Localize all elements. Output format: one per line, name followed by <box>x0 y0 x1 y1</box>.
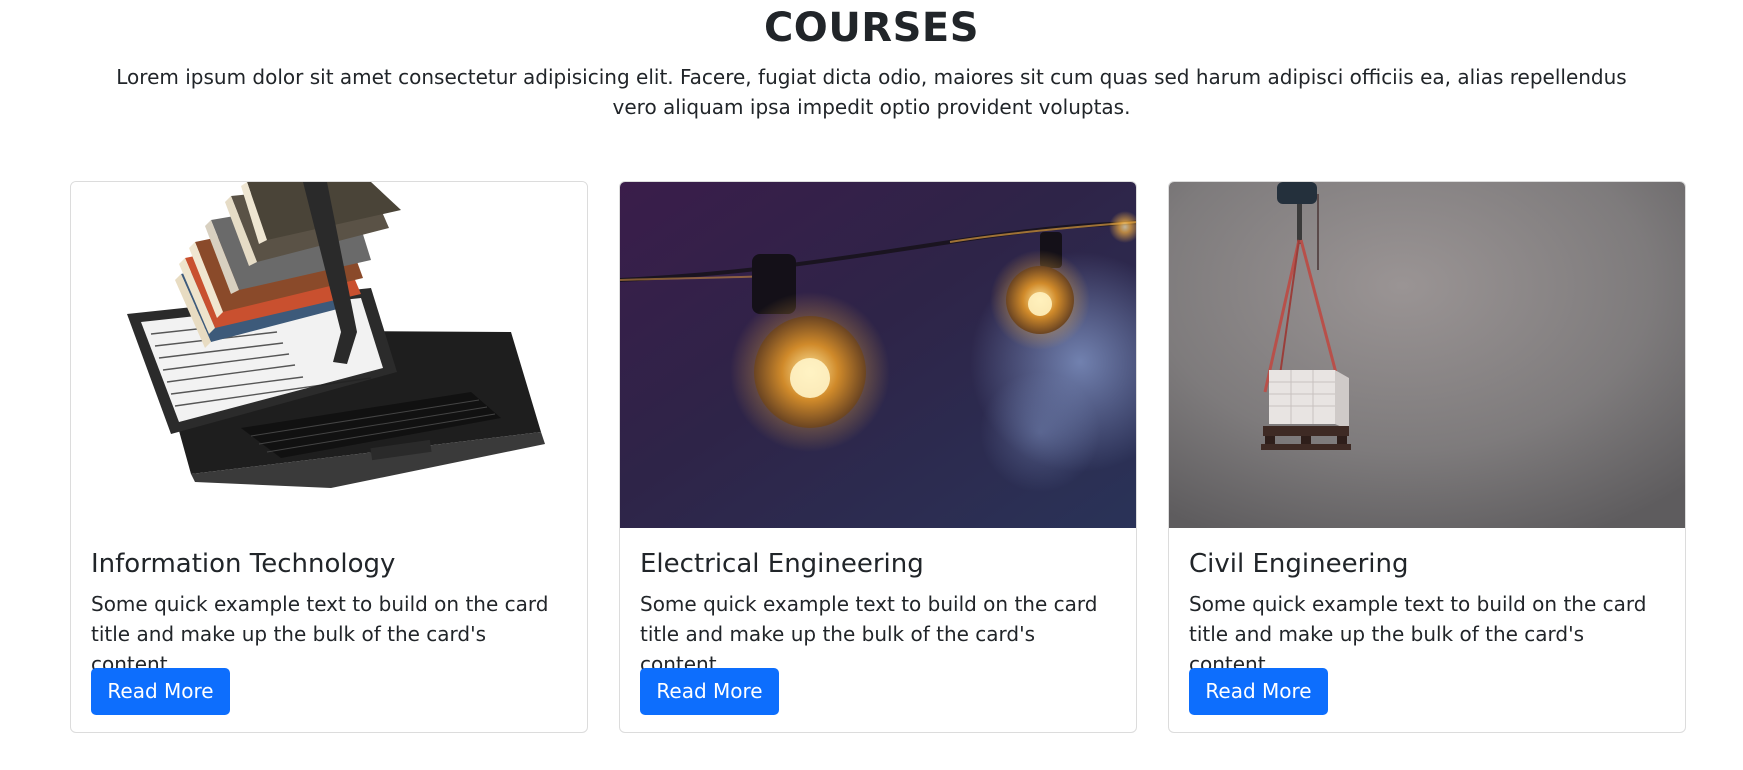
card-text: Some quick example text to build on the … <box>91 592 549 676</box>
card-title: Electrical Engineering <box>640 549 924 579</box>
section-description: Lorem ipsum dolor sit amet consectetur a… <box>116 65 1627 119</box>
card-text: Some quick example text to build on the … <box>1189 592 1647 676</box>
read-more-button[interactable]: Read More <box>640 668 779 715</box>
card-text: Some quick example text to build on the … <box>640 592 1098 676</box>
light-bulbs-image <box>620 182 1136 528</box>
card-title: Information Technology <box>91 549 396 579</box>
card-title: Civil Engineering <box>1189 549 1409 579</box>
read-more-button[interactable]: Read More <box>1189 668 1328 715</box>
books-on-laptop-image <box>71 182 587 528</box>
course-card-civil-engineering: Civil Engineering Some quick example tex… <box>1168 181 1686 733</box>
read-more-button[interactable]: Read More <box>91 668 230 715</box>
crane-lifting-bricks-image <box>1169 182 1685 528</box>
course-card-electrical-engineering: Electrical Engineering Some quick exampl… <box>619 181 1137 733</box>
course-card-information-technology: Information Technology Some quick exampl… <box>70 181 588 733</box>
section-title: COURSES <box>763 5 980 51</box>
